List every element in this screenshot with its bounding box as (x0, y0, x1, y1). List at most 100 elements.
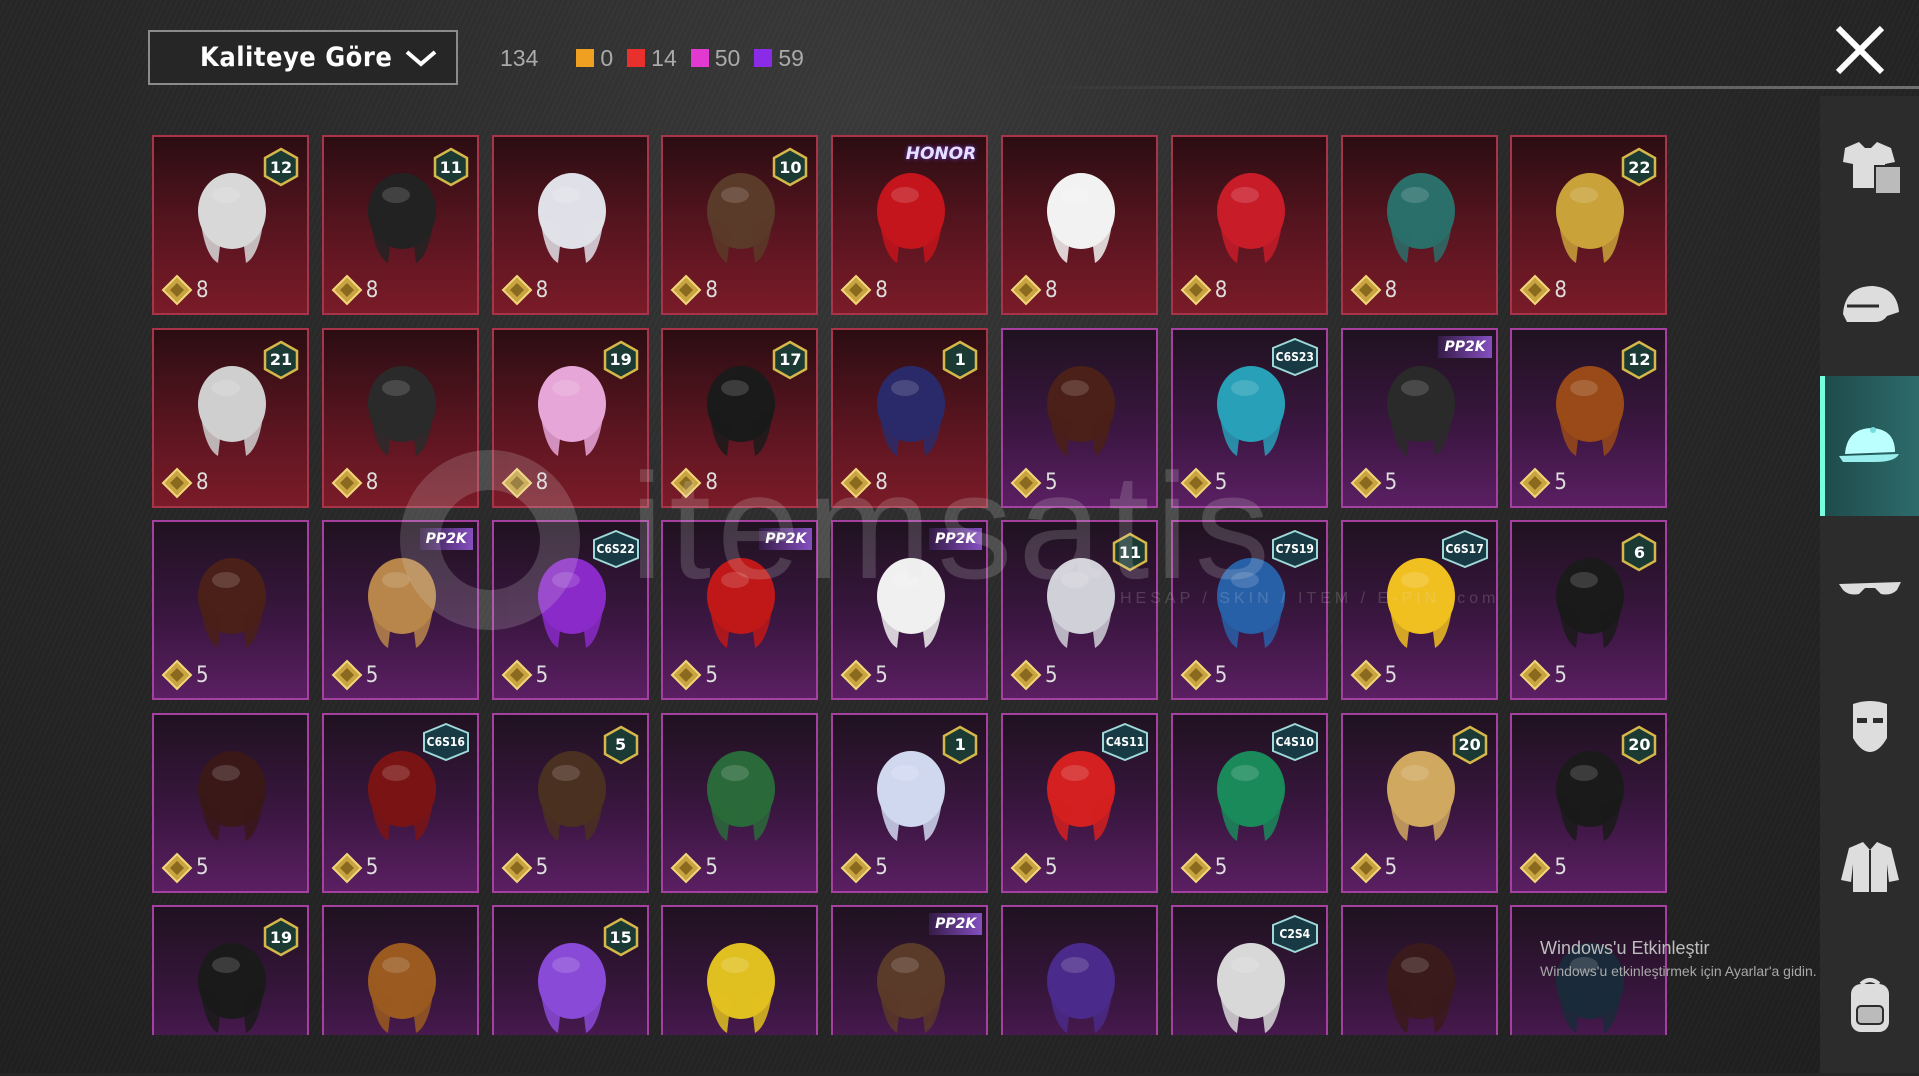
helmet-icon (1842, 286, 1899, 322)
item-cost-value: 8 (875, 277, 888, 303)
total-count: 134 (500, 44, 539, 71)
category-outfit[interactable] (1820, 96, 1919, 236)
inventory-item[interactable]: 8 (1170, 135, 1328, 315)
category-jacket[interactable] (1820, 796, 1919, 936)
close-button[interactable] (1830, 20, 1890, 80)
coin-icon (331, 274, 363, 306)
inventory-item[interactable] (661, 905, 819, 1035)
season-badge-text: C2S4 (1279, 927, 1311, 941)
level-badge-text: 20 (1628, 735, 1651, 754)
sort-dropdown[interactable]: Kaliteye Göre (148, 30, 458, 85)
inventory-item[interactable] (1340, 905, 1498, 1035)
panda-icon (877, 558, 946, 648)
inventory-item[interactable]: 15 (491, 905, 649, 1035)
windows-activation-title: Windows'u Etkinleştir (1540, 938, 1710, 958)
inventory-item[interactable]: C6S16 5 (321, 712, 479, 893)
season-badge-text: C4S11 (1105, 734, 1145, 749)
item-cost-value: 5 (1384, 470, 1398, 495)
season-badge: C6S17 (1441, 530, 1488, 568)
coin-icon (1519, 852, 1551, 883)
category-hat[interactable] (1820, 376, 1919, 516)
inventory-item[interactable]: 8 (1001, 135, 1158, 315)
inventory-item[interactable]: 10 8 (661, 135, 819, 315)
inventory-item[interactable]: 21 8 (152, 327, 309, 508)
category-helmet[interactable] (1820, 236, 1919, 376)
inventory-item[interactable]: 8 (491, 135, 649, 315)
inventory-item[interactable]: 17 8 (661, 327, 819, 508)
coin-icon (1180, 852, 1212, 883)
inventory-item[interactable]: 5 (661, 712, 819, 893)
inventory-item[interactable]: 5 (152, 712, 309, 893)
inventory-item[interactable]: 8 (1340, 135, 1498, 315)
coin-icon (840, 659, 872, 691)
inventory-item[interactable]: 8 (321, 327, 479, 508)
inventory-item[interactable] (321, 905, 479, 1035)
inventory-item[interactable]: 19 8 (491, 327, 649, 508)
inventory-item[interactable]: C6S17 5 (1340, 520, 1498, 700)
category-backpack[interactable] (1820, 936, 1919, 1076)
inventory-item[interactable]: C4S11 5 (1001, 712, 1158, 893)
coin-icon (1180, 659, 1212, 691)
coin-icon (501, 274, 533, 306)
coin-icon (331, 852, 363, 883)
teal-helmet-icon (1386, 173, 1455, 263)
inventory-item[interactable]: 5 5 (491, 712, 649, 893)
windows-activation-notice: Windows'u Etkinleştir Windows'u etkinleş… (1540, 938, 1817, 979)
inventory-item[interactable]: C4S10 5 (1170, 712, 1328, 893)
item-cost-value: 5 (1214, 855, 1228, 880)
inventory-item[interactable]: PP2K 5 (321, 520, 479, 700)
inventory-item[interactable]: 20 5 (1340, 712, 1498, 893)
season-badge-text: C6S16 (426, 734, 465, 749)
inventory-item[interactable]: 1 5 (831, 712, 989, 893)
level-badge-text: 12 (269, 157, 293, 177)
inventory-item[interactable] (1001, 905, 1158, 1035)
inventory-item[interactable]: 11 8 (321, 135, 479, 315)
coin-icon (1519, 659, 1551, 691)
coin-icon (670, 852, 702, 883)
coin-icon (161, 467, 193, 498)
item-cost-value: 8 (1045, 277, 1058, 303)
level-badge-text: 15 (609, 927, 632, 947)
inventory-item[interactable]: 6 5 (1510, 520, 1668, 700)
inventory-item[interactable]: PP2K 5 (661, 520, 819, 700)
inventory-item[interactable]: 5 (1001, 327, 1158, 508)
inventory-item[interactable]: 19 (152, 905, 309, 1035)
inventory-item[interactable]: 22 8 (1510, 135, 1668, 315)
coin-icon (670, 467, 702, 498)
inventory-item[interactable]: C6S23 5 (1170, 327, 1328, 508)
coin-icon (1350, 467, 1382, 498)
inventory-item[interactable]: 20 5 (1510, 712, 1668, 893)
level-badge: 10 (772, 147, 808, 187)
inventory-item[interactable]: PP2K (831, 905, 989, 1035)
inventory-item[interactable]: 12 8 (152, 135, 309, 315)
level-badge: 1 (942, 340, 978, 380)
item-cost: 8 (839, 466, 888, 500)
category-mask[interactable] (1820, 656, 1919, 796)
category-glasses[interactable] (1820, 516, 1919, 656)
inventory-item[interactable]: C6S22 5 (491, 520, 649, 700)
item-cost: 8 (839, 273, 888, 307)
item-cost: 8 (500, 273, 548, 307)
level-badge: 22 (1621, 147, 1657, 187)
top-hat-icon (1386, 943, 1455, 1033)
inventory-item[interactable]: 1 8 (831, 327, 989, 508)
orange-swatch (576, 49, 595, 67)
chevron-down-icon (405, 49, 437, 67)
inventory-item[interactable]: HONOR 8 (831, 135, 989, 315)
inventory-item[interactable]: C7S19 5 (1170, 520, 1328, 700)
item-cost-value: 8 (1554, 277, 1567, 303)
alpaca-icon (367, 558, 436, 648)
inventory-item[interactable]: 5 (152, 520, 309, 700)
white-long-hair-icon (537, 173, 606, 263)
inventory-item[interactable]: PP2K 5 (831, 520, 989, 700)
fox-helmet-icon (367, 365, 436, 456)
item-cost-value: 5 (365, 855, 379, 880)
level-badge-text: 19 (269, 927, 293, 947)
inventory-item[interactable]: PP2K 5 (1340, 327, 1498, 508)
inventory-item[interactable]: 12 5 (1510, 327, 1668, 508)
item-cost: 5 (330, 851, 379, 885)
item-cost-value: 8 (365, 277, 379, 303)
inventory-item[interactable]: 11 5 (1001, 520, 1158, 700)
inventory-item[interactable]: C2S4 (1170, 905, 1328, 1035)
item-cost-value: 5 (1384, 855, 1398, 880)
